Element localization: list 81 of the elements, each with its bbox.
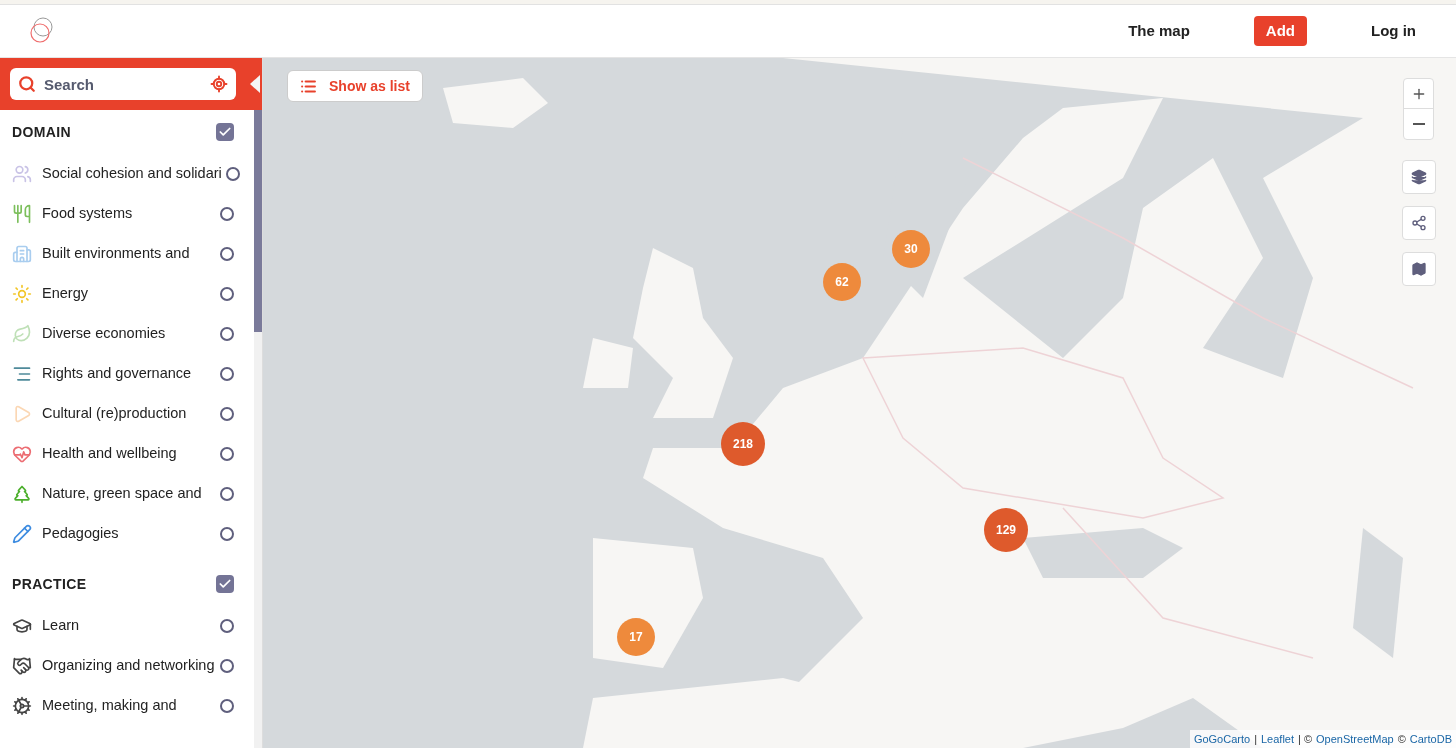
map-icon: [1411, 261, 1427, 277]
leaf-icon: [12, 324, 32, 344]
search-icon: [18, 75, 36, 93]
tree-icon: [12, 484, 32, 504]
radio-button[interactable]: [220, 407, 234, 421]
share-button[interactable]: [1402, 206, 1436, 240]
cutlery-icon: [12, 204, 32, 224]
scrollbar[interactable]: [254, 110, 262, 748]
graduation-cap-icon: [12, 616, 32, 636]
category-label: Energy: [42, 284, 89, 304]
people-icon: [12, 164, 32, 184]
radio-button[interactable]: [220, 367, 234, 381]
check-icon: [218, 577, 232, 591]
category-label: Meeting, making and: [42, 696, 178, 716]
category-item[interactable]: Nature, green space and: [0, 474, 254, 514]
attribution-link[interactable]: GoGoCarto: [1193, 730, 1251, 748]
category-label: Built environments and: [42, 244, 191, 264]
map-view-button[interactable]: [1402, 252, 1436, 286]
nav-link[interactable]: Log in: [1355, 19, 1432, 43]
radio-button[interactable]: [220, 287, 234, 301]
category-label: Health and wellbeing: [42, 444, 178, 464]
share-icon: [1411, 215, 1427, 231]
category-item[interactable]: Food systems: [0, 194, 254, 234]
attribution-link[interactable]: CartoDB: [1409, 730, 1452, 748]
radio-button[interactable]: [220, 527, 234, 541]
attribution-separator: | ©: [1298, 731, 1313, 747]
minus-icon: [1412, 123, 1425, 125]
handshake-icon: [12, 656, 32, 676]
category-item[interactable]: Health and wellbeing: [0, 434, 254, 474]
nav-link[interactable]: The map: [1112, 19, 1206, 43]
attribution-separator: |: [1254, 731, 1257, 747]
radio-button[interactable]: [220, 619, 234, 633]
radio-button[interactable]: [220, 447, 234, 461]
group-title: PRACTICE: [12, 574, 88, 594]
check-icon: [218, 125, 232, 139]
sun-icon: [12, 284, 32, 304]
lines-icon: [12, 364, 32, 384]
list-icon: [300, 77, 317, 95]
radio-button[interactable]: [220, 659, 234, 673]
layers-button[interactable]: [1402, 160, 1436, 194]
collapse-icon[interactable]: [250, 75, 260, 93]
group-title: DOMAIN: [12, 122, 72, 142]
radio-button[interactable]: [220, 247, 234, 261]
category-label: Food systems: [42, 204, 134, 224]
show-as-list-button[interactable]: Show as list: [287, 70, 423, 102]
search-field[interactable]: Search: [10, 68, 236, 100]
category-label: Diverse economies: [42, 324, 167, 344]
layers-icon: [1411, 169, 1427, 185]
radio-button[interactable]: [220, 487, 234, 501]
category-label: Learn: [42, 616, 81, 636]
category-item[interactable]: Social cohesion and solidari: [0, 154, 254, 194]
category-item[interactable]: Organizing and networking: [0, 646, 254, 686]
pencil-icon: [12, 524, 32, 544]
attribution-link[interactable]: Leaflet: [1261, 730, 1294, 748]
attribution-separator: ©: [1397, 731, 1406, 747]
category-item[interactable]: Energy: [0, 274, 254, 314]
radio-button[interactable]: [220, 207, 234, 221]
category-item[interactable]: Meeting, making and: [0, 686, 254, 726]
category-label: Organizing and networking: [42, 656, 216, 676]
locate-icon[interactable]: [210, 75, 228, 93]
category-item[interactable]: Cultural (re)production: [0, 394, 254, 434]
triangle-icon: [12, 404, 32, 424]
category-item[interactable]: Diverse economies: [0, 314, 254, 354]
building-icon: [12, 244, 32, 264]
category-item[interactable]: Rights and governance: [0, 354, 254, 394]
attribution-link[interactable]: OpenStreetMap: [1316, 730, 1394, 748]
group-checkbox[interactable]: [216, 575, 234, 593]
category-label: Cultural (re)production: [42, 404, 188, 424]
category-label: Rights and governance: [42, 364, 193, 384]
radio-button[interactable]: [220, 699, 234, 713]
heart-pulse-icon: [12, 444, 32, 464]
category-label: Social cohesion and solidari: [42, 164, 222, 184]
category-label: Pedagogies: [42, 524, 120, 544]
category-label: Nature, green space and: [42, 484, 203, 504]
category-item[interactable]: Pedagogies: [0, 514, 254, 554]
add-button[interactable]: Add: [1253, 15, 1307, 47]
radio-button[interactable]: [220, 327, 234, 341]
group-checkbox[interactable]: [216, 123, 234, 141]
category-item[interactable]: Learn: [0, 606, 254, 646]
category-item[interactable]: Built environments and: [0, 234, 254, 274]
radio-button[interactable]: [225, 167, 240, 181]
